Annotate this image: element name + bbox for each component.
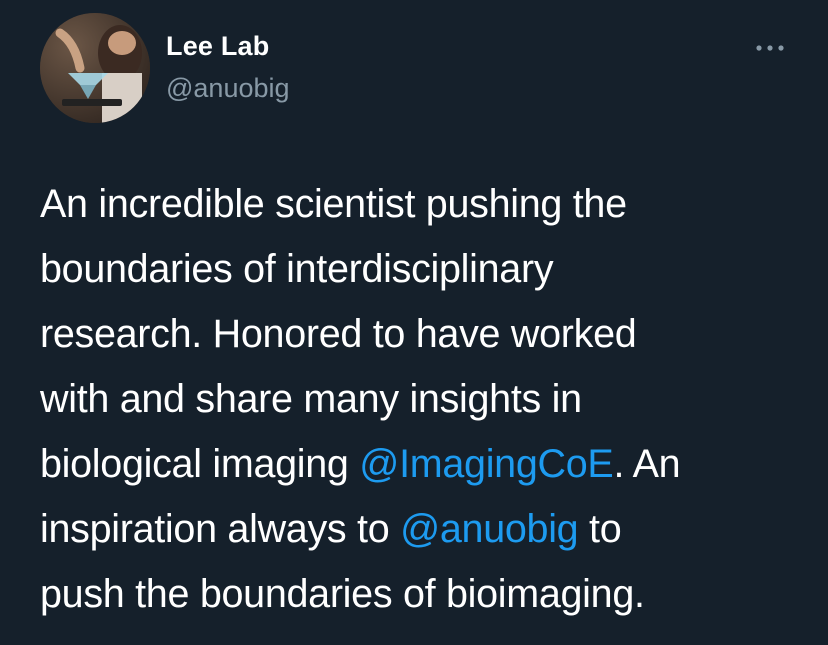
more-horizontal-icon bbox=[756, 45, 784, 51]
tweet-text-segment: . An bbox=[613, 442, 681, 486]
tweet-text-segment: research. Honored to have worked bbox=[40, 312, 637, 356]
tweet-line: boundaries of interdisciplinary bbox=[40, 237, 810, 302]
tweet-text-segment: push the boundaries of bioimaging. bbox=[40, 572, 645, 616]
tweet-line: inspiration always to @anuobig to bbox=[40, 497, 810, 562]
tweet-text-segment: An incredible scientist pushing the bbox=[40, 182, 627, 226]
tweet-line: research. Honored to have worked bbox=[40, 302, 810, 367]
tweet-text-segment: inspiration always to bbox=[40, 507, 401, 551]
avatar[interactable] bbox=[40, 13, 150, 123]
user-handle[interactable]: @anuobig bbox=[166, 73, 290, 104]
mention-link[interactable]: @ImagingCoE bbox=[359, 442, 613, 486]
tweet-line: with and share many insights in bbox=[40, 367, 810, 432]
tweet-line: biological imaging @ImagingCoE. An bbox=[40, 432, 810, 497]
tweet-text-segment: with and share many insights in bbox=[40, 377, 582, 421]
tweet-text-segment: biological imaging bbox=[40, 442, 360, 486]
display-name[interactable]: Lee Lab bbox=[166, 31, 269, 62]
tweet-text-segment: boundaries of interdisciplinary bbox=[40, 247, 554, 291]
tweet-line: push the boundaries of bioimaging. bbox=[40, 562, 810, 627]
tweet-text: An incredible scientist pushing the bound… bbox=[40, 172, 810, 627]
profile-photo-icon bbox=[40, 13, 150, 123]
mention-link[interactable]: @anuobig bbox=[400, 507, 579, 551]
more-options-button[interactable] bbox=[750, 36, 790, 60]
tweet-line: An incredible scientist pushing the bbox=[40, 172, 810, 237]
tweet-text-segment: to bbox=[578, 507, 622, 551]
